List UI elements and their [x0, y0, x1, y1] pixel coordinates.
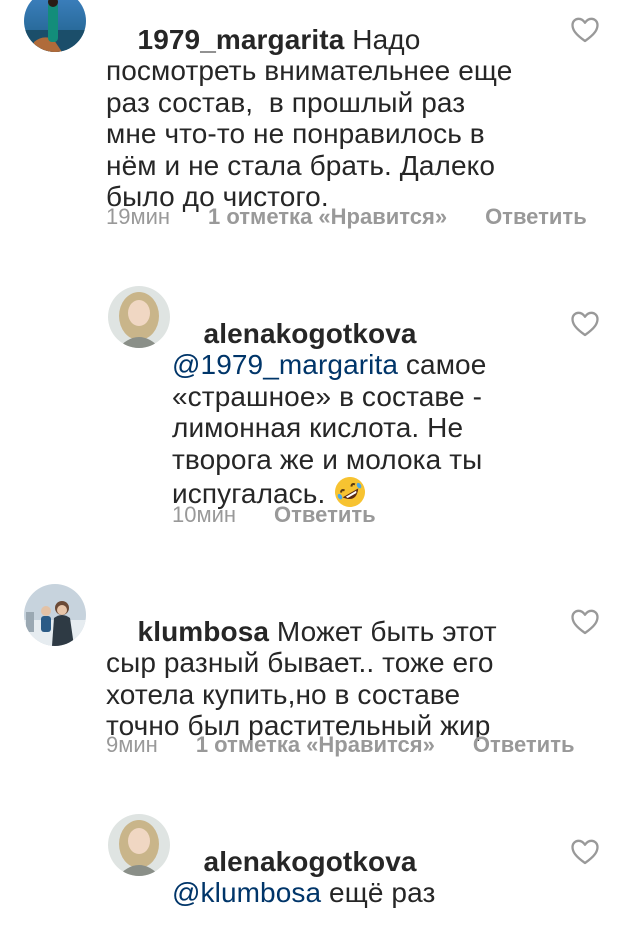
reply-button[interactable]: Ответить	[473, 732, 575, 758]
heart-outline-icon[interactable]	[571, 17, 599, 43]
reply-button[interactable]: Ответить	[274, 502, 376, 528]
comment-username[interactable]: 1979_margarita	[138, 24, 345, 55]
comment-username[interactable]: alenakogotkova	[204, 846, 417, 877]
comment-meta: 9мин 1 отметка «Нравится» Ответить	[106, 732, 575, 758]
avatar[interactable]	[108, 814, 170, 876]
likes-count[interactable]: 1 отметка «Нравится»	[196, 732, 435, 758]
mention-link[interactable]: @1979_margarita	[172, 349, 398, 380]
likes-count[interactable]: 1 отметка «Нравится»	[208, 204, 447, 230]
comment-body: ещё раз	[321, 877, 436, 908]
avatar[interactable]	[24, 0, 86, 52]
avatar[interactable]	[24, 584, 86, 646]
comment-username[interactable]: alenakogotkova	[204, 318, 417, 349]
reply-button[interactable]: Ответить	[485, 204, 587, 230]
comment-time: 9мин	[106, 732, 158, 757]
heart-outline-icon[interactable]	[571, 609, 599, 635]
comment-time: 19мин	[106, 204, 171, 229]
mention-link[interactable]: @klumbosa	[172, 877, 321, 908]
comment-time: 10мин	[172, 502, 237, 527]
heart-outline-icon[interactable]	[571, 839, 599, 865]
comment-meta: 10мин Ответить	[172, 502, 376, 528]
heart-outline-icon[interactable]	[571, 311, 599, 337]
comment-meta: 19мин 1 отметка «Нравится» Ответить	[106, 204, 587, 230]
avatar[interactable]	[108, 286, 170, 348]
comment-username[interactable]: klumbosa	[138, 616, 270, 647]
